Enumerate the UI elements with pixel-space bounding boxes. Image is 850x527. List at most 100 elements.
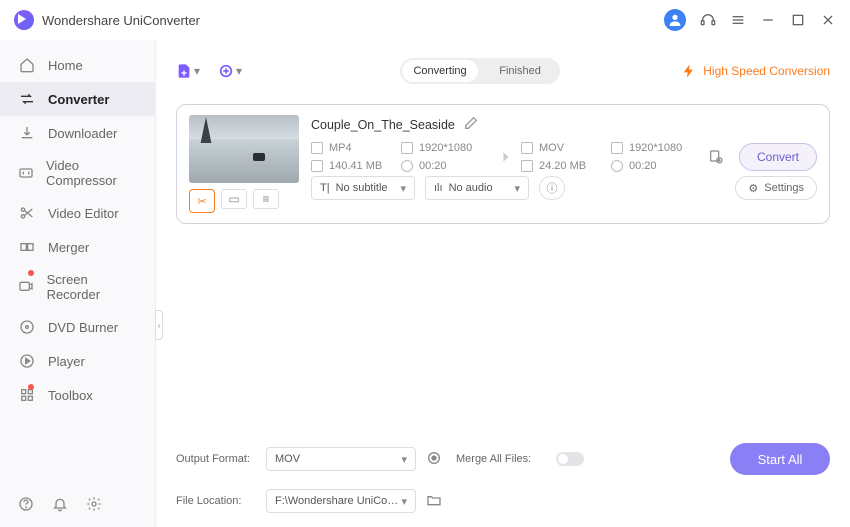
titlebar-right: [664, 9, 836, 31]
size-icon: [521, 160, 533, 172]
file-name: Couple_On_The_Seaside: [311, 118, 455, 132]
arrow-right-icon: [491, 149, 521, 165]
converter-icon: [18, 90, 36, 108]
sidebar-item-label: Downloader: [48, 126, 117, 141]
sidebar-item-label: Screen Recorder: [47, 272, 137, 302]
record-format-icon[interactable]: [426, 450, 446, 469]
format-icon: [311, 142, 323, 154]
size-icon: [311, 160, 323, 172]
sidebar-item-label: Merger: [48, 240, 89, 255]
file-location-label: File Location:: [176, 495, 256, 507]
crop-tool-button[interactable]: ▭: [221, 189, 247, 209]
info-button[interactable]: ⓘ: [539, 176, 565, 200]
trim-tool-button[interactable]: ✂: [189, 189, 215, 213]
app-title: Wondershare UniConverter: [42, 13, 200, 28]
sidebar-item-downloader[interactable]: Downloader: [0, 116, 155, 150]
add-url-button[interactable]: ▾: [218, 63, 242, 79]
src-res: 1920*1080: [419, 142, 472, 154]
merger-icon: [18, 238, 36, 256]
compressor-icon: [18, 164, 34, 182]
sidebar-item-label: Converter: [48, 92, 109, 107]
sidebar-item-toolbox[interactable]: Toolbox: [0, 378, 155, 412]
subtitle-select[interactable]: T| No subtitle ▾: [311, 176, 415, 200]
output-format-value: MOV: [275, 453, 300, 465]
file-location-select[interactable]: F:\Wondershare UniConverter▾: [266, 489, 416, 513]
sidebar-item-label: Toolbox: [48, 388, 93, 403]
support-headset-icon[interactable]: [700, 12, 716, 28]
format-icon: [521, 142, 533, 154]
file-location-value: F:\Wondershare UniConverter: [275, 495, 401, 507]
titlebar-left: Wondershare UniConverter: [14, 10, 200, 30]
home-icon: [18, 56, 36, 74]
src-dur: 00:20: [419, 160, 447, 172]
hsc-label: High Speed Conversion: [703, 64, 830, 78]
footer: Output Format: MOV▾ Merge All Files: Sta…: [176, 433, 830, 527]
gear-icon: ⚙: [748, 182, 758, 195]
effect-tool-button[interactable]: ≡: [253, 189, 279, 209]
toolbar: ▾ ▾ Converting Finished High Speed Conve…: [176, 50, 830, 92]
help-icon[interactable]: [18, 496, 34, 515]
merge-label: Merge All Files:: [456, 453, 546, 465]
output-settings-icon[interactable]: [701, 149, 731, 165]
sidebar: Home Converter Downloader Video Compress…: [0, 40, 156, 527]
chevron-down-icon: ▾: [194, 64, 200, 78]
sidebar-bottom: [0, 484, 155, 527]
sidebar-collapse-handle[interactable]: ‹: [155, 310, 163, 340]
window-close-button[interactable]: [820, 12, 836, 28]
chevron-down-icon: ▾: [400, 182, 406, 195]
sidebar-item-label: DVD Burner: [48, 320, 118, 335]
open-folder-icon[interactable]: [426, 492, 446, 511]
chevron-down-icon: ▾: [514, 182, 520, 195]
sidebar-item-dvd[interactable]: DVD Burner: [0, 310, 155, 344]
sidebar-item-label: Video Compressor: [46, 158, 137, 188]
high-speed-toggle[interactable]: High Speed Conversion: [681, 63, 830, 79]
sidebar-item-compressor[interactable]: Video Compressor: [0, 150, 155, 196]
resolution-icon: [611, 142, 623, 154]
audio-select[interactable]: ılıNo audio▾: [425, 176, 529, 200]
tab-finished[interactable]: Finished: [480, 58, 560, 84]
file-card: ✂ ▭ ≡ Couple_On_The_Seaside MP4 140.41 M…: [176, 104, 830, 224]
output-format-select[interactable]: MOV▾: [266, 447, 416, 471]
play-icon: [18, 352, 36, 370]
audio-icon: ılı: [434, 182, 443, 194]
sidebar-item-merger[interactable]: Merger: [0, 230, 155, 264]
start-all-button[interactable]: Start All: [730, 443, 830, 475]
user-account-icon[interactable]: [664, 9, 686, 31]
edit-name-icon[interactable]: [463, 115, 479, 134]
settings-button[interactable]: ⚙ Settings: [735, 176, 817, 200]
add-file-button[interactable]: ▾: [176, 63, 200, 79]
app-logo-icon: [14, 10, 34, 30]
window-minimize-button[interactable]: [760, 12, 776, 28]
recorder-icon: [18, 278, 35, 296]
dst-res: 1920*1080: [629, 142, 682, 154]
chevron-down-icon: ▾: [236, 64, 242, 78]
video-thumbnail[interactable]: [189, 115, 299, 183]
subtitle-icon: T|: [320, 182, 330, 194]
dst-format: MOV: [539, 142, 564, 154]
window-maximize-button[interactable]: [790, 12, 806, 28]
notification-dot-icon: [28, 270, 34, 276]
settings-label: Settings: [764, 182, 804, 194]
sidebar-item-home[interactable]: Home: [0, 48, 155, 82]
sidebar-item-player[interactable]: Player: [0, 344, 155, 378]
settings-gear-icon[interactable]: [86, 496, 102, 515]
menu-hamburger-icon[interactable]: [730, 12, 746, 28]
tab-converting[interactable]: Converting: [402, 60, 478, 82]
sidebar-item-label: Home: [48, 58, 83, 73]
sidebar-item-label: Player: [48, 354, 85, 369]
resolution-icon: [401, 142, 413, 154]
notification-dot-icon: [28, 384, 34, 390]
duration-icon: [611, 160, 623, 172]
disc-icon: [18, 318, 36, 336]
convert-button[interactable]: Convert: [739, 143, 817, 171]
dst-size: 24.20 MB: [539, 160, 586, 172]
bell-icon[interactable]: [52, 496, 68, 515]
sidebar-item-editor[interactable]: Video Editor: [0, 196, 155, 230]
output-format-label: Output Format:: [176, 453, 256, 465]
src-size: 140.41 MB: [329, 160, 382, 172]
subtitle-value: No subtitle: [336, 182, 388, 194]
merge-toggle[interactable]: [556, 452, 584, 466]
sidebar-item-recorder[interactable]: Screen Recorder: [0, 264, 155, 310]
src-format: MP4: [329, 142, 352, 154]
sidebar-item-converter[interactable]: Converter: [0, 82, 155, 116]
